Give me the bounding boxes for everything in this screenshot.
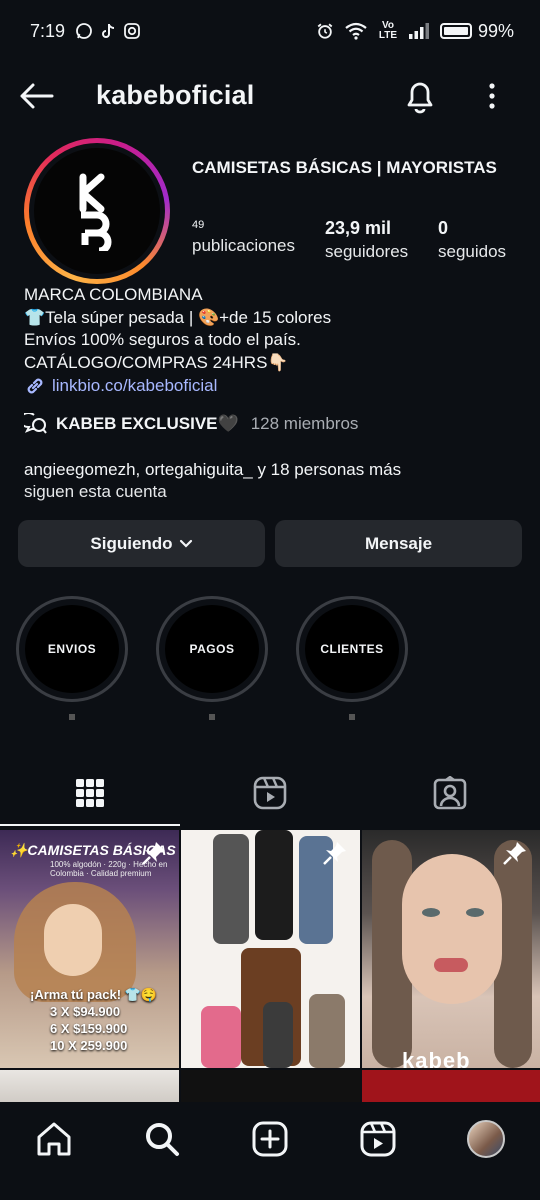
search-icon [146,1123,179,1156]
highlight-label: ENVIOS [25,605,119,693]
posts-count: 49 [192,219,205,231]
back-button[interactable] [16,78,56,114]
posts-grid: ✨CAMISETAS BÁSICAS 100% algodón · 220g ·… [0,830,540,1102]
chevron-down-icon [179,539,192,548]
following-count: 0 [438,218,449,238]
post-brand-text: kabeb [402,1048,471,1068]
mutual-followers[interactable]: angieegomezh, ortegahiguita_ y 18 person… [24,459,524,503]
wifi-icon [344,22,368,40]
alarm-icon [316,22,334,40]
nav-profile[interactable] [432,1120,540,1158]
post-thumbnail[interactable] [0,1070,179,1102]
post-offer-line: 10 X 259.900 [50,1038,128,1053]
tagged-icon [433,776,467,810]
home-icon [37,1122,71,1156]
highlight-label: CLIENTES [305,605,399,693]
nav-home[interactable] [0,1120,108,1158]
post-thumbnail[interactable] [181,1070,360,1102]
bell-icon [407,82,433,114]
followers-label: seguidores [325,242,409,261]
posts-label: publicaciones [192,236,296,255]
broadcast-channel[interactable]: KABEB EXCLUSIVE🖤 128 miembros [24,413,358,435]
nav-create[interactable] [216,1120,324,1158]
whatsapp-icon [75,22,93,40]
back-arrow-icon [20,83,54,109]
post-offer-line: 3 X $94.900 [50,1004,121,1019]
profile-username: kabeboficial [96,80,255,110]
highlight-label: PAGOS [165,605,259,693]
battery-icon [439,23,472,39]
story-highlights: ENVIOS PAGOS CLIENTES [16,596,408,720]
post-thumbnail[interactable]: kabeb [362,830,540,1068]
nav-reels[interactable] [324,1120,432,1158]
volte-indicator: Vo LTE [378,20,398,41]
highlight-title-placeholder [349,714,355,720]
post-thumbnail[interactable]: ✨CAMISETAS BÁSICAS 100% algodón · 220g ·… [0,830,179,1068]
profile-tabs [0,760,540,826]
post-thumbnail[interactable] [181,830,360,1068]
status-bar: 7:19 Vo LTE 99% [0,0,540,62]
post-thumbnail[interactable] [362,1070,540,1102]
instagram-icon [123,22,141,40]
more-options-button[interactable] [478,76,506,116]
following-button[interactable]: Siguiendo [18,520,265,567]
highlight-pagos[interactable]: PAGOS [156,596,268,720]
post-offer-heading: ¡Arma tú pack! 👕🤤 [30,987,158,1002]
profile-header: kabeboficial [0,68,540,124]
clock: 7:19 [30,20,66,41]
bio-line: CATÁLOGO/COMPRAS 24HRS👇🏻 [24,352,289,372]
create-icon [252,1121,288,1157]
profile-avatar-story-ring[interactable] [24,138,170,284]
tab-tagged[interactable] [360,760,540,826]
channel-members: 128 miembros [250,414,359,433]
channel-icon [24,413,47,434]
profile-bio: MARCA COLOMBIANA 👕Tela súper pesada | 🎨+… [24,284,524,398]
battery-indicator: 99% [439,20,514,42]
followers-count: 23,9 mil [325,218,392,238]
bio-link[interactable]: linkbio.co/kabeboficial [24,375,524,398]
post-offer-line: 6 X $159.900 [50,1021,128,1036]
following-label: seguidos [438,242,507,261]
bio-line: MARCA COLOMBIANA [24,285,203,304]
notifications-button[interactable] [400,76,440,116]
post-offer: ¡Arma tú pack! 👕🤤 3 X $94.900 6 X $159.9… [30,986,157,1054]
pin-icon [323,842,346,865]
pin-icon [503,842,526,865]
post-image [402,854,502,1004]
pin-icon [142,842,165,865]
battery-percent: 99% [477,20,514,41]
profile-avatar [34,148,160,274]
signal-icon [408,22,430,40]
highlight-title-placeholder [209,714,215,720]
tab-posts[interactable] [0,760,180,826]
profile-display-name: CAMISETAS BÁSICAS | MAYORISTAS [192,158,497,177]
link-icon [27,378,43,394]
reels-icon [253,776,287,810]
followers-stat[interactable]: 23,9 mil seguidores [325,216,408,264]
profile-avatar [467,1120,505,1158]
profile-actions: Siguiendo Mensaje [18,520,522,567]
mutual-followers-names: angieegomezh, ortegahiguita_ y 18 person… [24,460,402,479]
following-stat[interactable]: 0 seguidos [438,216,506,264]
more-vertical-icon [489,83,495,109]
mutual-followers-suffix: siguen esta cuenta [24,482,167,501]
reels-icon [360,1121,396,1157]
posts-stat[interactable]: 49 publicaciones [192,218,295,258]
tiktok-icon [99,22,117,40]
nav-search[interactable] [108,1120,216,1158]
bottom-navigation [0,1104,540,1200]
tab-reels[interactable] [180,760,360,826]
bio-line: Envíos 100% seguros a todo el país. [24,330,301,349]
message-button[interactable]: Mensaje [275,520,522,567]
grid-icon [76,779,104,807]
message-button-label: Mensaje [364,533,433,553]
bio-link-text: linkbio.co/kabeboficial [52,376,218,395]
following-button-label: Siguiendo [90,533,173,553]
bio-line: 👕Tela súper pesada | 🎨+de 15 colores [24,307,332,327]
channel-name: KABEB EXCLUSIVE🖤 [56,414,239,433]
highlight-envios[interactable]: ENVIOS [16,596,128,720]
highlight-title-placeholder [69,714,75,720]
highlight-clientes[interactable]: CLIENTES [296,596,408,720]
brand-logo [79,173,112,251]
